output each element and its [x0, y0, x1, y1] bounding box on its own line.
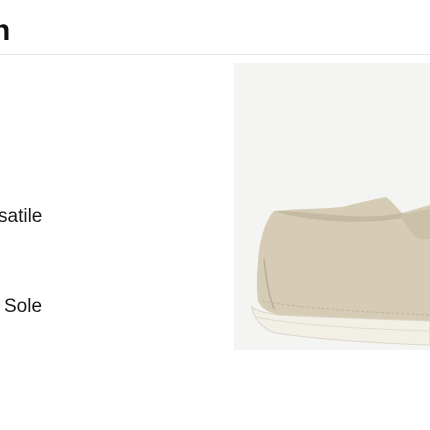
feature-text-versatile: satile [0, 206, 43, 227]
product-image [234, 63, 430, 350]
page-title: n [0, 14, 11, 47]
product-detail-page: n satile Sole [0, 0, 430, 430]
loafer-illustration [234, 63, 430, 350]
feature-text-sole: Sole [4, 296, 43, 317]
header-divider [0, 54, 430, 55]
